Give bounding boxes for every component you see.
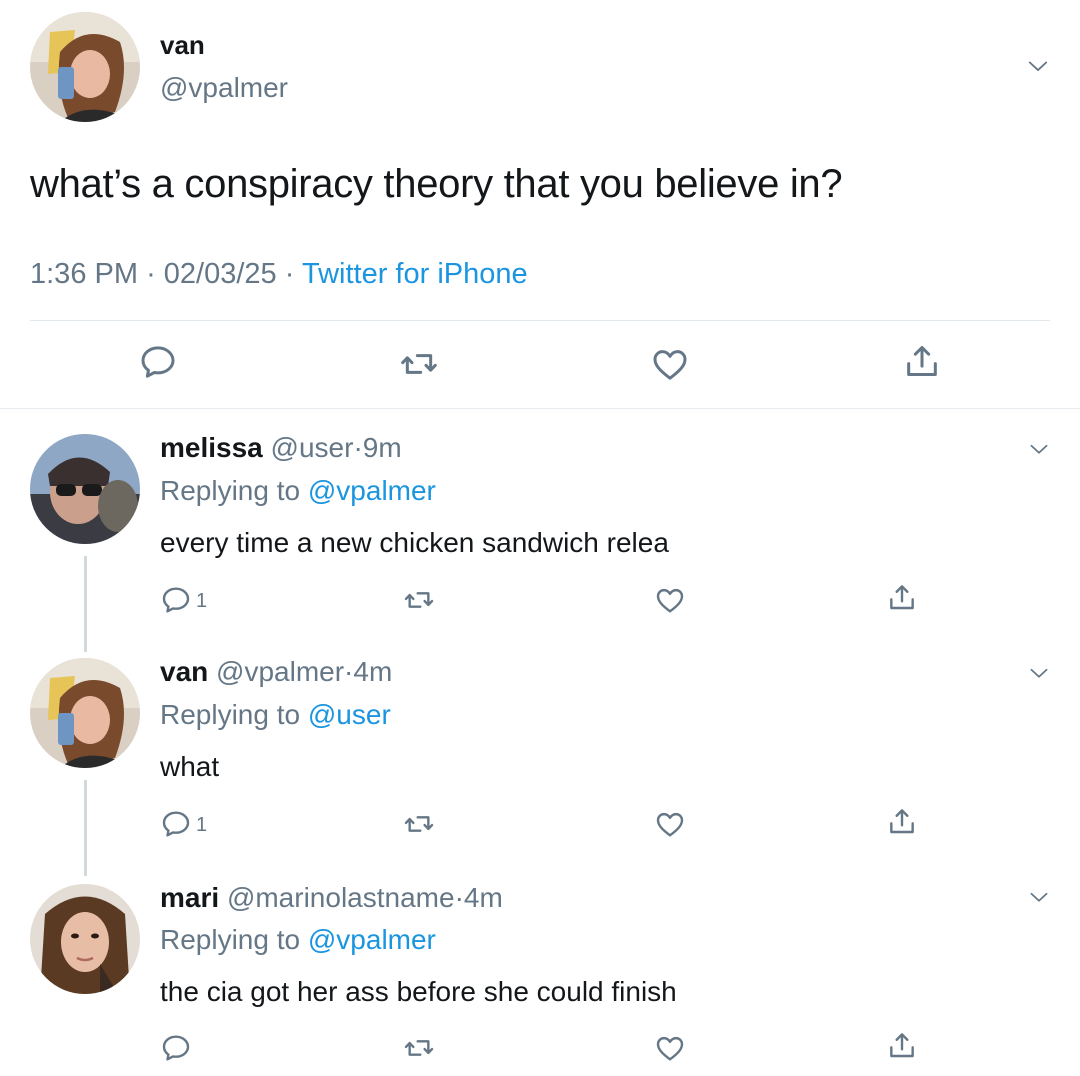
reply-avatar[interactable] — [30, 658, 140, 768]
main-tweet-author-name[interactable]: van — [160, 30, 205, 61]
reply-time: 4m — [463, 882, 503, 913]
like-icon[interactable] — [654, 808, 686, 840]
reply-icon[interactable] — [160, 808, 192, 840]
reply-avatar[interactable] — [30, 434, 140, 544]
reply-author-name[interactable]: van — [160, 656, 208, 687]
meta-separator: · — [284, 258, 295, 290]
chevron-down-icon[interactable] — [1026, 436, 1052, 462]
chevron-down-icon[interactable] — [1024, 52, 1052, 80]
retweet-icon[interactable] — [403, 584, 435, 616]
share-icon[interactable] — [902, 342, 942, 382]
reply-author-handle[interactable]: @vpalmer — [216, 656, 344, 687]
replying-to-label: Replying to — [160, 699, 301, 730]
reply-count: 1 — [196, 590, 208, 612]
meta-separator: · — [146, 258, 156, 290]
tweet-date: 02/03/25 — [163, 258, 277, 290]
reply-author-handle[interactable]: @marinolastname — [227, 882, 455, 913]
main-tweet-meta: 1:36 PM · 02/03/25 · Twitter for iPhone — [30, 258, 528, 291]
reply-header: mari @marinolastname·4m — [160, 882, 503, 914]
thread-connector — [84, 556, 87, 652]
share-icon[interactable] — [886, 806, 918, 838]
divider — [30, 320, 1050, 321]
tweet-source-link[interactable]: Twitter for iPhone — [302, 258, 528, 290]
retweet-icon[interactable] — [403, 808, 435, 840]
meta-separator: · — [344, 656, 354, 687]
reply-author-handle[interactable]: @user — [271, 432, 354, 463]
reply-author-name[interactable]: melissa — [160, 432, 263, 463]
retweet-icon[interactable] — [403, 1032, 435, 1064]
reply-avatar[interactable] — [30, 884, 140, 994]
chevron-down-icon[interactable] — [1026, 660, 1052, 686]
main-tweet-text: what’s a conspiracy theory that you beli… — [30, 162, 843, 206]
like-icon[interactable] — [650, 344, 690, 384]
reply-time: 4m — [353, 656, 393, 687]
main-tweet-avatar[interactable] — [30, 12, 140, 122]
reply-text: what — [160, 751, 220, 782]
reply-count: 1 — [196, 814, 208, 836]
reply-header: melissa @user·9m — [160, 432, 402, 464]
like-icon[interactable] — [654, 1032, 686, 1064]
main-tweet-author-handle[interactable]: @vpalmer — [160, 72, 288, 104]
share-icon[interactable] — [886, 1030, 918, 1062]
replying-to-link[interactable]: @vpalmer — [308, 924, 436, 955]
replying-to: Replying to @vpalmer — [160, 924, 436, 956]
replying-to-label: Replying to — [160, 475, 301, 506]
reply-icon[interactable] — [138, 342, 178, 382]
replying-to-link[interactable]: @vpalmer — [308, 475, 436, 506]
reply-header: van @vpalmer·4m — [160, 656, 392, 688]
chevron-down-icon[interactable] — [1026, 884, 1052, 910]
replying-to: Replying to @user — [160, 699, 391, 731]
share-icon[interactable] — [886, 582, 918, 614]
reply-time: 9m — [362, 432, 402, 463]
meta-separator: · — [353, 432, 363, 463]
thread-connector — [84, 780, 87, 876]
reply-text: every time a new chicken sandwich relea — [160, 527, 669, 558]
tweet-time: 1:36 PM — [30, 258, 138, 290]
replying-to-link[interactable]: @user — [308, 699, 391, 730]
reply-text: the cia got her ass before she could fin… — [160, 976, 677, 1007]
section-divider — [0, 408, 1080, 409]
replying-to-label: Replying to — [160, 924, 301, 955]
reply-icon[interactable] — [160, 584, 192, 616]
reply-icon[interactable] — [160, 1032, 192, 1064]
meta-separator: · — [454, 882, 464, 913]
like-icon[interactable] — [654, 584, 686, 616]
reply-author-name[interactable]: mari — [160, 882, 219, 913]
replying-to: Replying to @vpalmer — [160, 475, 436, 507]
retweet-icon[interactable] — [399, 344, 439, 384]
